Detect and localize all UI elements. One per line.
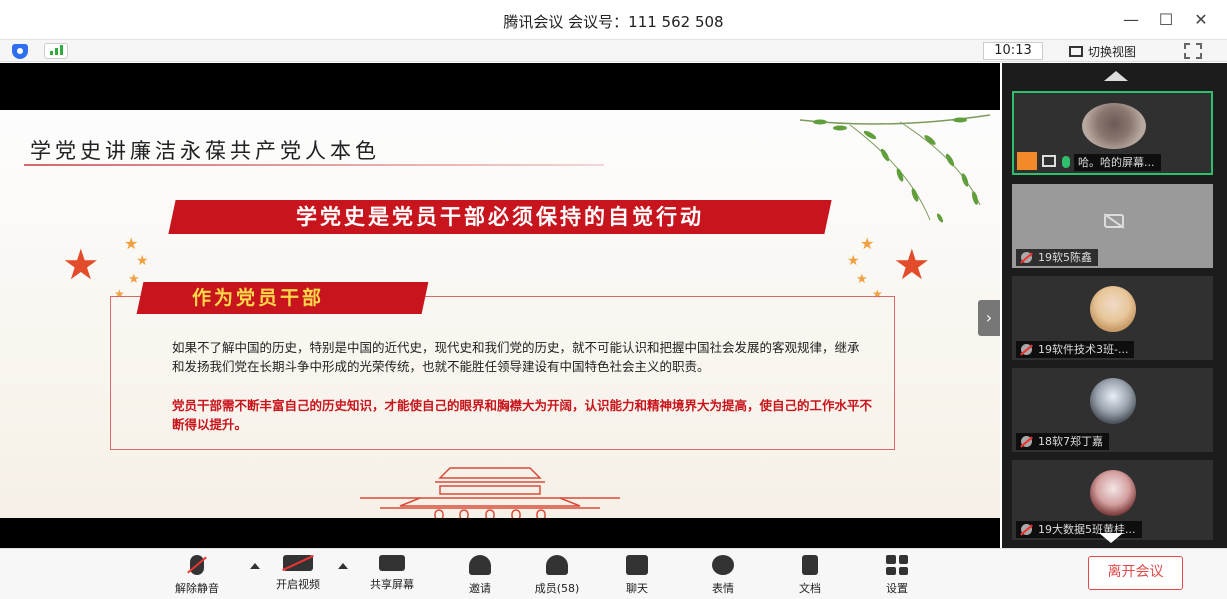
switch-view-label: 切换视图 xyxy=(1088,45,1137,59)
participant-name-label: 18软7郑丁嘉 xyxy=(1016,433,1109,450)
mic-muted-icon xyxy=(1021,344,1032,355)
close-button[interactable]: ✕ xyxy=(1188,8,1214,32)
invite-user-icon xyxy=(469,555,491,575)
participant-tile[interactable]: 19大数据5班黄桂... xyxy=(1012,460,1213,540)
docs-button[interactable]: 文档 xyxy=(775,555,845,596)
unmute-label: 解除静音 xyxy=(175,582,219,595)
audio-options-caret-icon[interactable] xyxy=(250,563,260,569)
participant-tile[interactable]: 19软5陈鑫 xyxy=(1012,184,1213,268)
star-icon: ★ xyxy=(62,240,100,289)
mic-muted-icon xyxy=(187,555,207,575)
participant-name: 18软7郑丁嘉 xyxy=(1038,435,1103,448)
window-titlebar: 腾讯会议 会议号：111 562 508 — ☐ ✕ xyxy=(0,0,1227,40)
chat-label: 聊天 xyxy=(626,582,648,595)
star-icon: ★ xyxy=(893,240,931,289)
participant-name: 哈。哈的屏幕... xyxy=(1074,154,1161,171)
settings-button[interactable]: 设置 xyxy=(862,555,932,596)
participant-tile[interactable]: 18软7郑丁嘉 xyxy=(1012,368,1213,452)
docs-label: 文档 xyxy=(799,582,821,595)
avatar xyxy=(1090,470,1136,516)
participant-name-label: 19软5陈鑫 xyxy=(1016,249,1098,266)
start-video-label: 开启视频 xyxy=(276,578,320,591)
participant-name: 19软5陈鑫 xyxy=(1038,251,1092,264)
participant-panel: 哈。哈的屏幕... 19软5陈鑫 19软件技术3班-... 18软7郑丁嘉 19… xyxy=(1002,63,1227,548)
emoji-icon xyxy=(712,555,734,575)
mic-muted-icon xyxy=(1021,524,1032,535)
star-icon: ★ xyxy=(860,234,875,253)
camera-off-icon xyxy=(1104,214,1124,228)
meeting-toolbar: 解除静音 开启视频 共享屏幕 邀请 成员(58) 聊天 表情 文档 设置 离开会… xyxy=(0,548,1227,599)
tiananmen-outline-icon xyxy=(360,467,620,518)
avatar xyxy=(1090,286,1136,332)
start-video-button[interactable]: 开启视频 xyxy=(263,554,333,592)
meeting-info-bar: 10:13 切换视图 xyxy=(0,40,1227,62)
slide-banner: 学党史是党员干部必须保持的自觉行动 xyxy=(296,205,704,229)
mic-on-icon xyxy=(1062,156,1070,168)
mic-muted-icon xyxy=(1021,252,1032,263)
fullscreen-icon[interactable] xyxy=(1184,43,1202,59)
share-screen-button[interactable]: 共享屏幕 xyxy=(357,555,427,592)
participant-tile[interactable]: 19软件技术3班-... xyxy=(1012,276,1213,360)
star-icon: ★ xyxy=(856,272,868,287)
participant-tile[interactable]: 哈。哈的屏幕... xyxy=(1012,91,1213,175)
share-screen-label: 共享屏幕 xyxy=(370,578,414,591)
reactions-label: 表情 xyxy=(712,582,734,595)
scroll-up-arrow-icon[interactable] xyxy=(1104,71,1128,81)
leave-meeting-button[interactable]: 离开会议 xyxy=(1088,556,1183,590)
presentation-slide: 学党史讲廉洁永葆共产党人本色 学党史是党员干部必须保持的自觉行动 ★ ★ ★ ★… xyxy=(0,110,1000,518)
invite-button[interactable]: 邀请 xyxy=(445,555,515,596)
section-label: 作为党员干部 xyxy=(192,287,325,309)
network-signal-icon[interactable] xyxy=(44,43,68,59)
members-button[interactable]: 成员(58) xyxy=(522,555,592,596)
title-underline xyxy=(24,164,604,166)
star-icon: ★ xyxy=(124,234,139,253)
avatar xyxy=(1082,103,1146,149)
host-icon xyxy=(1017,152,1037,170)
next-page-arrow[interactable]: › xyxy=(978,300,1000,336)
slide-paragraph: 如果不了解中国的历史，特别是中国的近代史，现代史和我们党的历史，就不可能认识和把… xyxy=(172,340,860,374)
grid-view-icon xyxy=(1069,46,1083,57)
video-options-caret-icon[interactable] xyxy=(338,563,348,569)
security-shield-icon[interactable] xyxy=(12,44,28,59)
reactions-button[interactable]: 表情 xyxy=(688,555,758,596)
members-icon xyxy=(546,555,568,575)
invite-label: 邀请 xyxy=(469,582,491,595)
avatar xyxy=(1090,378,1136,424)
maximize-button[interactable]: ☐ xyxy=(1153,8,1179,32)
star-icon: ★ xyxy=(847,253,860,269)
slide-title: 学党史讲廉洁永葆共产党人本色 xyxy=(30,139,380,163)
mic-muted-icon xyxy=(1021,436,1032,447)
star-icon: ★ xyxy=(136,253,149,269)
unmute-button[interactable]: 解除静音 xyxy=(162,555,232,596)
star-icon: ★ xyxy=(128,272,140,287)
switch-view-button[interactable]: 切换视图 xyxy=(1069,43,1136,60)
slide-emphasis: 党员干部需不断丰富自己的历史知识，才能使自己的眼界和胸襟大为开阔，认识能力和精神… xyxy=(172,398,873,432)
chat-icon xyxy=(626,555,648,575)
participant-name: 19软件技术3班-... xyxy=(1038,343,1129,356)
video-off-icon xyxy=(282,554,314,572)
chat-button[interactable]: 聊天 xyxy=(602,555,672,596)
settings-label: 设置 xyxy=(886,582,908,595)
participant-name-label: 19软件技术3班-... xyxy=(1016,341,1135,358)
screen-share-icon xyxy=(1042,155,1056,167)
minimize-button[interactable]: — xyxy=(1118,8,1144,32)
meeting-timer: 10:13 xyxy=(983,42,1043,60)
scroll-down-arrow-icon[interactable] xyxy=(1099,533,1123,543)
share-screen-icon xyxy=(379,555,405,571)
members-label: 成员(58) xyxy=(534,582,580,595)
window-title: 腾讯会议 会议号：111 562 508 xyxy=(503,13,724,31)
document-icon xyxy=(802,555,818,575)
settings-grid-icon xyxy=(886,555,908,575)
shared-screen-stage: 学党史讲廉洁永葆共产党人本色 学党史是党员干部必须保持的自觉行动 ★ ★ ★ ★… xyxy=(0,63,1000,548)
